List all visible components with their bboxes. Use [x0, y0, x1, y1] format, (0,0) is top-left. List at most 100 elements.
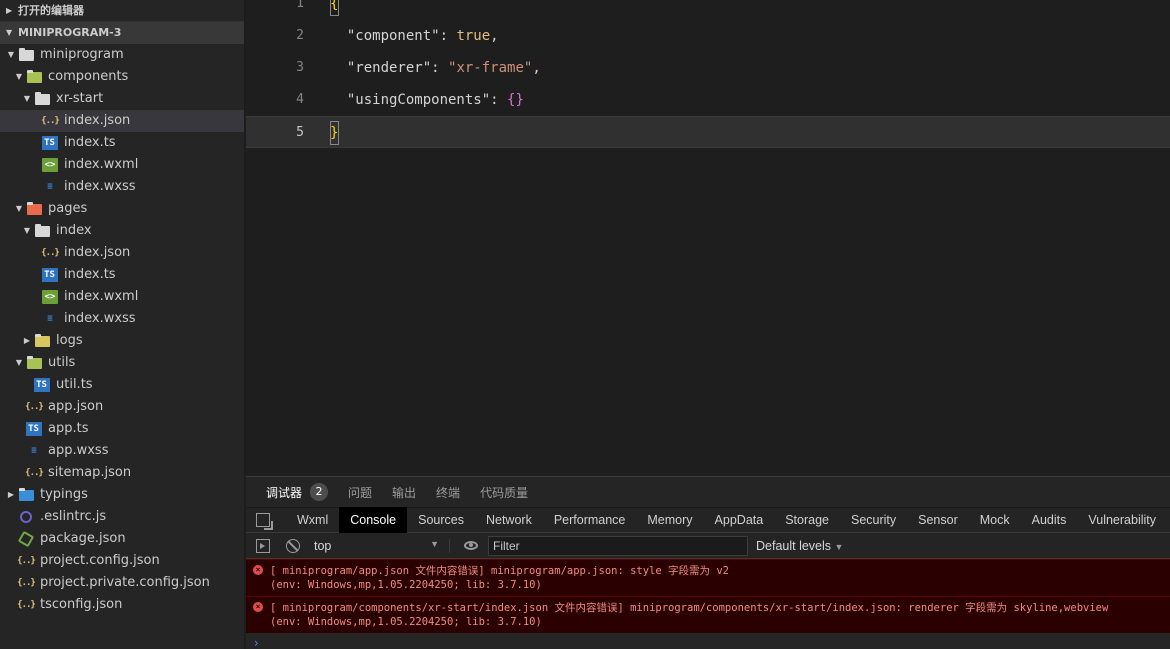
folder-icon [18, 47, 34, 62]
tree-folder[interactable]: ▶ logs [0, 330, 244, 352]
dropdown-arrow-icon: ▼ [834, 541, 844, 552]
live-expression-eye-icon[interactable] [464, 541, 478, 550]
tree-file[interactable]: <> index.wxml [0, 154, 244, 176]
tree-item-label: package.json [40, 531, 126, 546]
code-line[interactable]: 1{ [246, 0, 1170, 20]
package-file-icon [17, 530, 35, 548]
tree-folder[interactable]: ▶ typings [0, 484, 244, 506]
tree-file[interactable]: TS index.ts [0, 132, 244, 154]
tree-file[interactable]: TS util.ts [0, 374, 244, 396]
code-text: "renderer": "xr-frame", [330, 52, 541, 84]
devtools-tab[interactable]: Audits [1021, 507, 1078, 533]
wxml-file-icon: <> [42, 158, 58, 172]
code-line[interactable]: 4 "usingComponents": {} [246, 84, 1170, 116]
line-number: 2 [296, 28, 304, 43]
tree-file[interactable]: ≡ index.wxss [0, 176, 244, 198]
code-line[interactable]: 2 "component": true, [246, 20, 1170, 52]
panel-tab[interactable]: 代码质量 [480, 484, 528, 501]
code-line[interactable]: 5} [246, 116, 1170, 148]
tree-file[interactable]: {..} tsconfig.json [0, 594, 244, 616]
folder-shape [34, 91, 50, 105]
open-editors-header[interactable]: ▶ 打开的编辑器 [0, 0, 244, 22]
console-error-message[interactable]: × [ miniprogram/app.json 文件内容错误] miniprog… [246, 559, 1170, 596]
console-prompt[interactable]: › [246, 633, 1170, 649]
tree-folder[interactable]: ▼ pages [0, 198, 244, 220]
console-error-message[interactable]: × [ miniprogram/components/xr-start/index… [246, 596, 1170, 633]
panel-tab[interactable]: 终端 [436, 484, 460, 501]
json-file-icon: {..} [25, 468, 44, 478]
clear-console-icon[interactable] [286, 538, 300, 553]
tree-file[interactable]: {..} project.private.config.json [0, 572, 244, 594]
line-number: 3 [296, 60, 304, 75]
panel-tab-label: 输出 [392, 485, 417, 500]
error-env-text: (env: Windows,mp,1.05.2204250; lib: 3.7.… [270, 579, 542, 591]
devtools-tab[interactable]: Performance [543, 507, 637, 533]
typescript-file-icon: TS [26, 422, 42, 436]
devtools-tab[interactable]: Memory [636, 507, 703, 533]
folder-icon [26, 201, 42, 216]
prompt-chevron-icon: › [254, 636, 259, 649]
tree-file[interactable]: ≡ index.wxss [0, 308, 244, 330]
devtools-tab[interactable]: Network [475, 507, 543, 533]
dropdown-arrow-icon: ▼ [430, 538, 439, 549]
tree-file[interactable]: {..} index.json [0, 110, 244, 132]
tree-file[interactable]: TS app.ts [0, 418, 244, 440]
tree-file[interactable]: TS index.ts [0, 264, 244, 286]
chevron-down-icon: ▼ [15, 358, 23, 367]
devtools-tab[interactable]: AppData [704, 507, 775, 533]
context-select[interactable]: top ▼ [314, 538, 450, 553]
panel-tab[interactable]: 问题 [348, 484, 372, 501]
panel-tab[interactable]: 调试器 2 [266, 483, 329, 501]
tree-file[interactable]: {..} index.json [0, 242, 244, 264]
devtools-tab[interactable]: Sources [407, 507, 475, 533]
folder-icon [34, 91, 50, 106]
tree-item-label: typings [40, 487, 88, 502]
devtools-tab[interactable]: Wxml [286, 507, 339, 533]
devtools-tab[interactable]: Mock [969, 507, 1021, 533]
bottom-panel: 调试器 2 问题 输出 终端 代码质量 Wxml Console Sources Network… [246, 476, 1170, 649]
tree-file[interactable]: {..} app.json [0, 396, 244, 418]
code-token: : [431, 60, 449, 76]
json-file-icon: {..} [17, 600, 36, 610]
line-number: 5 [296, 125, 304, 140]
typescript-file-icon: TS [34, 378, 50, 392]
tree-file[interactable]: <> index.wxml [0, 286, 244, 308]
tree-item-label: components [48, 69, 129, 84]
filter-input[interactable] [488, 535, 748, 556]
tree-folder[interactable]: ▼ xr-start [0, 88, 244, 110]
tree-file[interactable]: {..} project.config.json [0, 550, 244, 572]
chevron-down-icon: ▼ [23, 226, 31, 235]
devtools-tab[interactable]: Vulnerability [1077, 507, 1167, 533]
tree-item-label: index.json [64, 245, 131, 260]
tree-file[interactable]: {..} sitemap.json [0, 462, 244, 484]
package-shape [17, 530, 35, 548]
code-line[interactable]: 3 "renderer": "xr-frame", [246, 52, 1170, 84]
project-header[interactable]: ▼ MINIPROGRAM-3 [0, 22, 244, 44]
tree-item-label: index.wxss [64, 179, 136, 194]
tree-folder[interactable]: ▼ utils [0, 352, 244, 374]
tree-file[interactable]: package.json [0, 528, 244, 550]
panel-tab-label: 终端 [436, 485, 461, 500]
tree-item-label: app.wxss [48, 443, 109, 458]
tree-folder[interactable]: ▼ index [0, 220, 244, 242]
devtools-tab[interactable]: Security [840, 507, 907, 533]
tree-folder[interactable]: ▼ components [0, 66, 244, 88]
tree-folder[interactable]: ▼ miniprogram [0, 44, 244, 66]
tree-file[interactable]: .eslintrc.js [0, 506, 244, 528]
code-token: : [490, 92, 508, 108]
console-sidebar-icon[interactable] [256, 538, 270, 553]
inspect-element-icon[interactable] [256, 513, 273, 530]
folder-shape [34, 333, 50, 347]
tree-file[interactable]: ≡ app.wxss [0, 440, 244, 462]
code-token: {} [507, 92, 524, 108]
code-token: "usingComponents" [346, 92, 491, 108]
tree-item-label: index.wxml [64, 289, 139, 304]
code-editor[interactable]: 1{2 "component": true, 3 "renderer": "xr-… [246, 0, 1170, 476]
eslint-shape [20, 511, 32, 523]
devtools-tab[interactable]: Storage [774, 507, 840, 533]
devtools-tab[interactable]: Sensor [907, 507, 969, 533]
folder-shape [18, 487, 34, 501]
devtools-tab[interactable]: Console [339, 507, 408, 533]
log-levels-dropdown[interactable]: Default levels ▼ [756, 539, 843, 553]
panel-tab[interactable]: 输出 [392, 484, 416, 501]
